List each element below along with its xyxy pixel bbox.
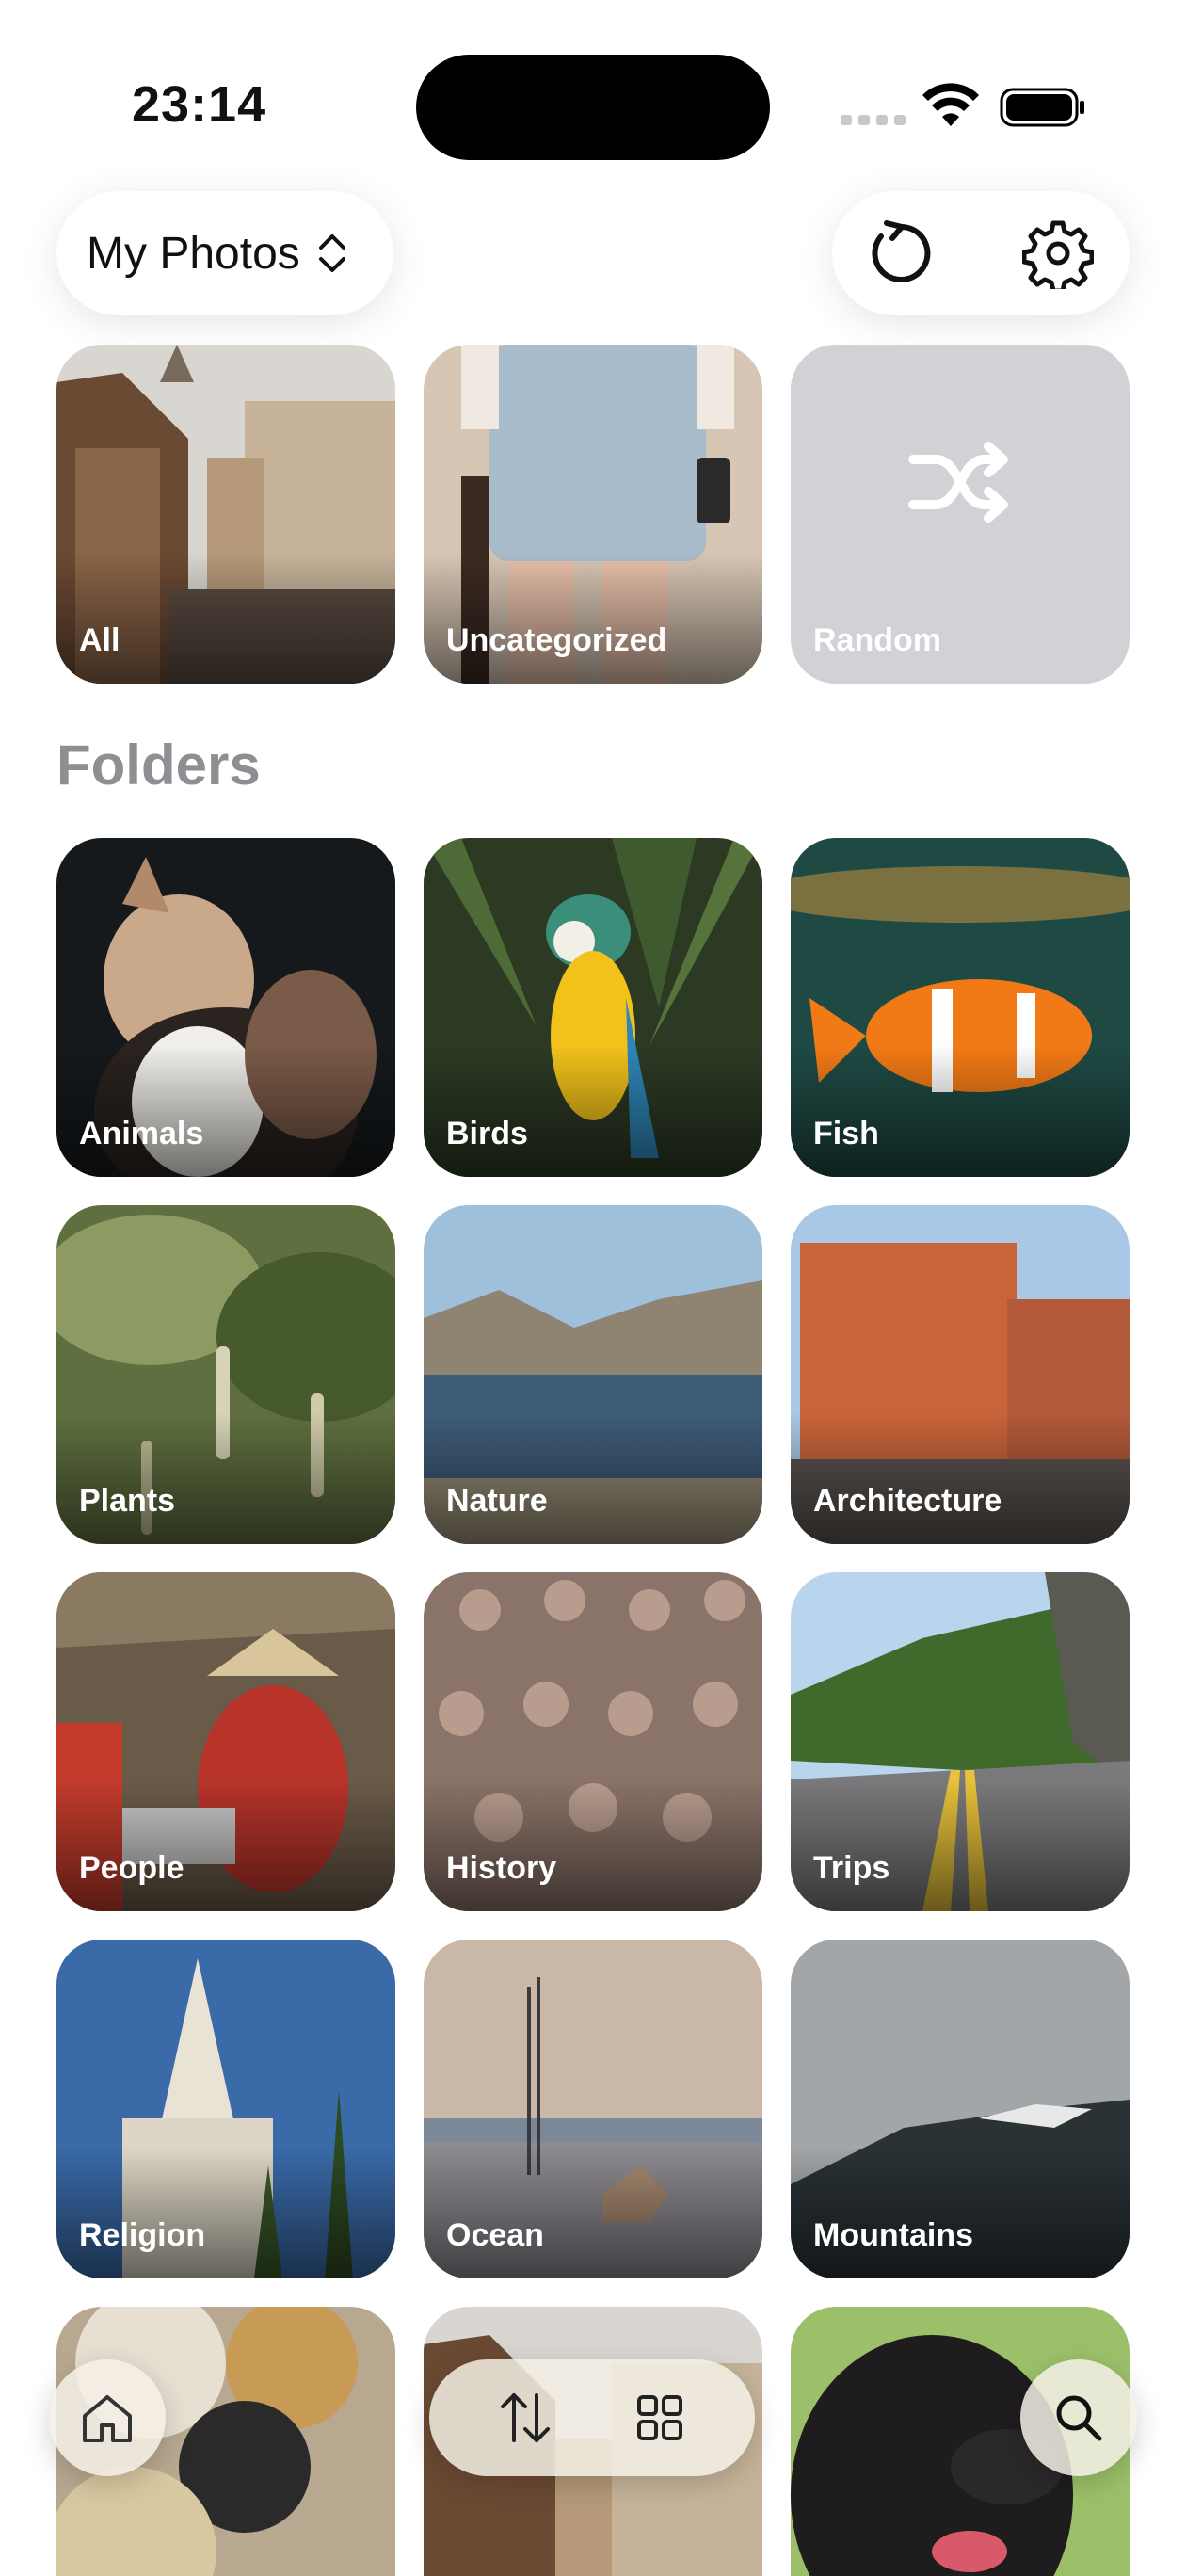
wifi-icon xyxy=(922,83,979,126)
folder-tile-label: Nature xyxy=(446,1483,548,1519)
header-actions xyxy=(832,191,1130,315)
chevron-updown-icon xyxy=(318,234,345,272)
folder-tile-fish[interactable]: Fish xyxy=(791,838,1130,1177)
folder-tile-label: Mountains xyxy=(813,2217,973,2253)
folder-tile-label: Birds xyxy=(446,1116,528,1151)
refresh-button[interactable] xyxy=(864,216,939,291)
layout-button[interactable] xyxy=(617,2375,702,2460)
folder-tile-mountains[interactable]: Mountains xyxy=(791,1940,1130,2278)
home-icon xyxy=(83,2395,132,2442)
folder-tile-label: Trips xyxy=(813,1850,890,1886)
shuffle-icon xyxy=(908,442,1008,523)
folder-tile-history[interactable]: History xyxy=(424,1572,762,1911)
home-button[interactable] xyxy=(49,2359,166,2476)
folder-tile-label: Plants xyxy=(79,1483,176,1519)
folder-tile-label: People xyxy=(79,1850,184,1886)
folder-tile-label: History xyxy=(446,1850,557,1886)
status-time: 23:14 xyxy=(132,76,267,133)
cellular-signal-icon xyxy=(841,115,906,125)
grid-icon xyxy=(636,2395,682,2440)
folder-tile-nature[interactable]: Nature xyxy=(424,1205,762,1544)
sort-button[interactable] xyxy=(483,2375,568,2460)
folder-tile-birds[interactable]: Birds xyxy=(424,838,762,1177)
search-button[interactable] xyxy=(1020,2359,1137,2476)
folder-tile-ocean[interactable]: Ocean xyxy=(424,1940,762,2278)
album-selector-button[interactable]: My Photos xyxy=(56,191,393,315)
folder-tile-label: Architecture xyxy=(813,1483,1002,1519)
search-icon xyxy=(1056,2395,1102,2441)
quick-tile-label: All xyxy=(79,622,120,658)
folder-tile-animals[interactable]: Animals xyxy=(56,838,395,1177)
folder-tile-plants[interactable]: Plants xyxy=(56,1205,395,1544)
quick-tile-label: Uncategorized xyxy=(446,622,667,658)
album-selector-label: My Photos xyxy=(87,228,300,279)
settings-button[interactable] xyxy=(1020,216,1096,291)
refresh-icon xyxy=(872,220,931,282)
folder-tile-label: Fish xyxy=(813,1116,879,1151)
folder-tile-trips[interactable]: Trips xyxy=(791,1572,1130,1911)
quick-tile-all[interactable]: All xyxy=(56,345,395,684)
folder-tile-label: Animals xyxy=(79,1116,204,1151)
view-controls xyxy=(429,2359,755,2476)
folder-tile-people[interactable]: People xyxy=(56,1572,395,1911)
folder-tile-label: Religion xyxy=(79,2217,206,2253)
dynamic-island xyxy=(416,55,770,160)
folder-tile-label: Ocean xyxy=(446,2217,544,2253)
quick-tile-random[interactable]: Random xyxy=(791,345,1130,684)
folder-tile-architecture[interactable]: Architecture xyxy=(791,1205,1130,1544)
gear-icon xyxy=(1022,220,1094,289)
battery-icon xyxy=(1000,88,1084,127)
folder-tile-religion[interactable]: Religion xyxy=(56,1940,395,2278)
quick-tile-uncategorized[interactable]: Uncategorized xyxy=(424,345,762,684)
sort-icon xyxy=(500,2393,550,2442)
quick-tile-label: Random xyxy=(813,622,941,658)
folders-section-title: Folders xyxy=(56,733,261,797)
